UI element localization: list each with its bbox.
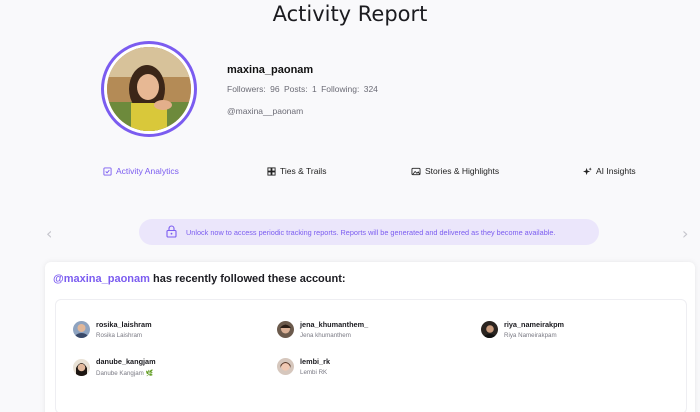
avatar	[277, 358, 294, 375]
list-item[interactable]: rosika_laishram Rosika Laishram	[73, 320, 152, 339]
account-username: lembi_rk	[300, 357, 331, 366]
tab-stories-highlights[interactable]: Stories & Highlights	[411, 166, 499, 176]
report-tabs: Activity Analytics Ties & Trails Stories…	[0, 166, 700, 182]
list-item[interactable]: jena_khumanthem_ Jena khumanthem	[277, 320, 368, 339]
account-username: danube_kangjam	[96, 357, 156, 366]
page-title: Activity Report	[272, 2, 428, 26]
profile-stats: Followers: 96 Posts: 1 Following: 324	[227, 84, 380, 94]
next-arrow-icon[interactable]: ›	[682, 224, 688, 243]
account-fullname: Jena khumanthem	[300, 332, 351, 339]
account-fullname: Rosika Laishram	[96, 332, 143, 339]
account-username: riya_nameirakpm	[504, 320, 565, 329]
card-title-suffix: has recently followed these account:	[149, 273, 346, 285]
tab-activity-analytics[interactable]: Activity Analytics	[103, 166, 179, 176]
posts-count: 1	[311, 84, 317, 94]
banner-text: Unlock now to access periodic tracking r…	[186, 227, 556, 237]
following-label: Following:	[321, 84, 360, 94]
profile-mention[interactable]: @maxina_paonam	[53, 273, 150, 285]
following-count: 324	[363, 84, 378, 94]
account-fullname: Danube Kangjam 🌿	[96, 370, 154, 377]
tab-label: AI Insights	[596, 166, 636, 176]
lock-icon	[166, 225, 177, 238]
tab-ai-insights[interactable]: AI Insights	[583, 166, 636, 176]
avatar[interactable]	[107, 47, 191, 131]
prev-arrow-icon[interactable]: ‹	[46, 224, 52, 243]
unlock-banner[interactable]: Unlock now to access periodic tracking r…	[139, 219, 599, 245]
sparkle-icon	[583, 166, 592, 175]
avatar	[73, 358, 90, 376]
account-fullname: Riya Nameirakpam	[504, 332, 557, 339]
image-icon	[411, 167, 421, 175]
recently-followed-card: @maxina_paonam has recently followed the…	[45, 262, 695, 412]
list-item[interactable]: lembi_rk Lembi RK	[277, 357, 330, 376]
tab-ties-trails[interactable]: Ties & Trails	[267, 166, 326, 176]
profile-handle: @maxina__paonam	[227, 106, 304, 116]
avatar	[277, 321, 294, 338]
avatar	[481, 321, 498, 338]
tab-label: Ties & Trails	[280, 166, 327, 176]
account-fullname: Lembi RK	[300, 369, 328, 376]
checklist-icon	[103, 166, 112, 176]
followed-accounts-list: rosika_laishram Rosika Laishram jena_khu…	[55, 299, 687, 412]
avatar	[73, 321, 90, 338]
posts-label: Posts:	[283, 84, 308, 94]
grid-icon	[267, 166, 276, 176]
account-username: jena_khumanthem_	[300, 320, 369, 329]
tab-label: Stories & Highlights	[425, 166, 500, 176]
list-item[interactable]: danube_kangjam Danube Kangjam 🌿	[73, 357, 156, 377]
profile-username: maxina_paonam	[227, 64, 314, 76]
card-title: @maxina_paonam has recently followed the…	[53, 273, 346, 285]
profile-photo	[107, 47, 191, 131]
tab-label: Activity Analytics	[116, 166, 179, 176]
followers-label: Followers:	[227, 84, 266, 94]
followers-count: 96	[270, 84, 280, 94]
list-item[interactable]: riya_nameirakpm Riya Nameirakpam	[481, 320, 564, 339]
account-username: rosika_laishram	[96, 320, 152, 329]
